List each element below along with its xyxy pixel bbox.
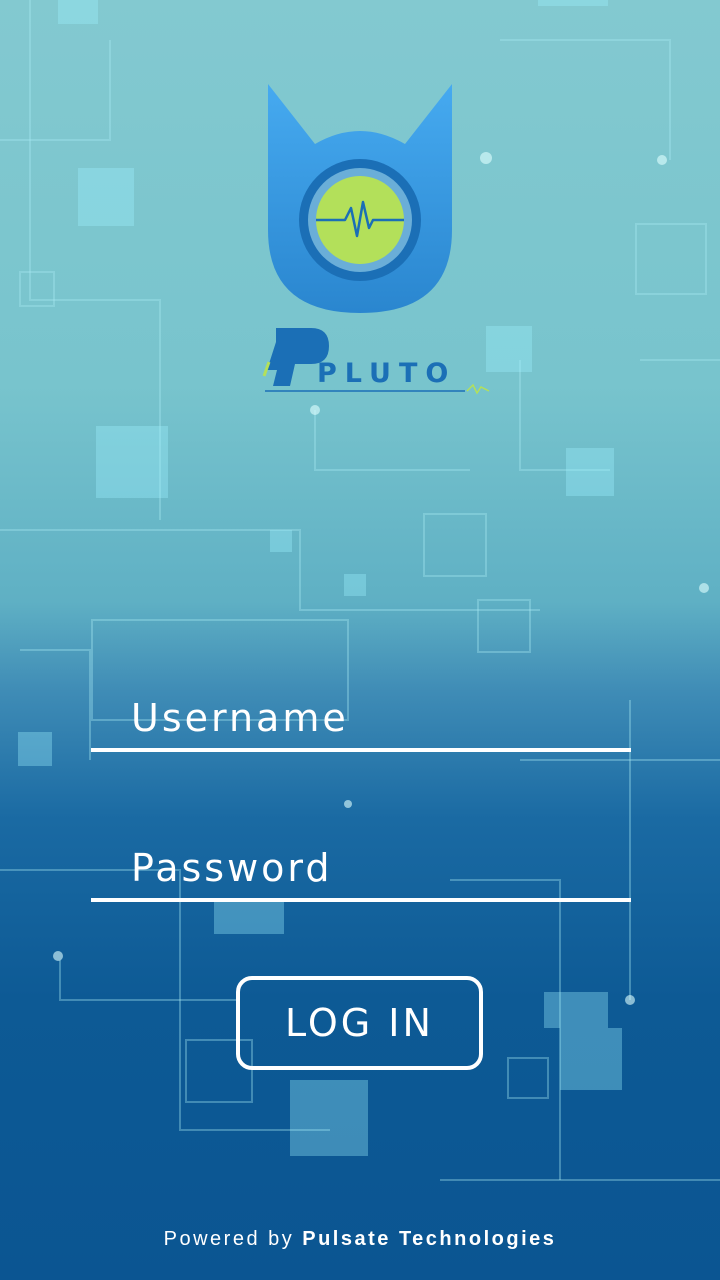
username-input[interactable] — [91, 688, 631, 748]
pluto-logo: PLUTO — [262, 84, 490, 395]
logo-text: PLUTO — [317, 358, 456, 389]
footer-company: Pulsate Technologies — [302, 1228, 557, 1250]
password-input[interactable] — [91, 838, 631, 898]
username-field — [91, 688, 631, 752]
password-field — [91, 838, 631, 902]
pluto-wordmark: PLUTO — [262, 328, 490, 395]
login-button[interactable]: LOG IN — [236, 976, 483, 1070]
footer: Powered by Pulsate Technologies — [0, 1228, 720, 1251]
footer-prefix: Powered by — [163, 1228, 295, 1250]
